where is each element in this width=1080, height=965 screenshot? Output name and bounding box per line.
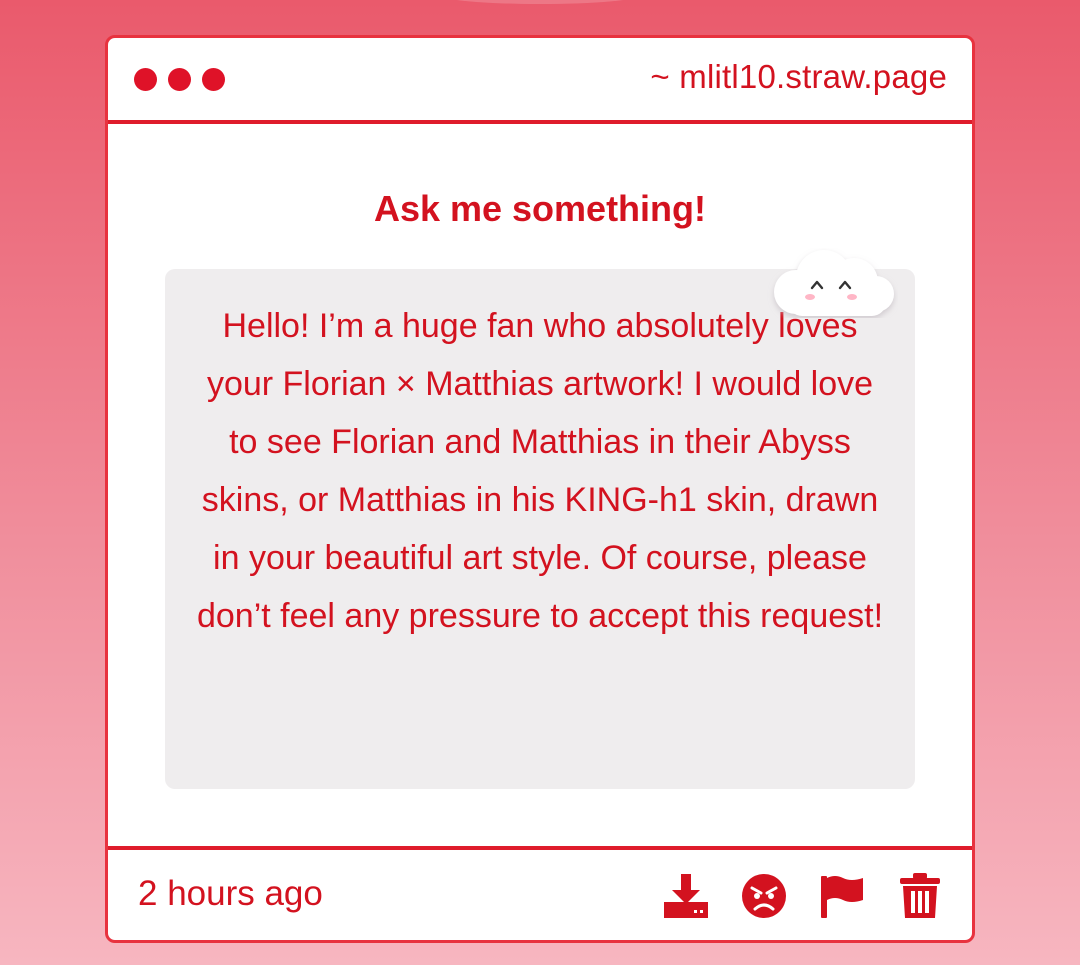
- window-controls: [134, 68, 225, 91]
- window-dot-3: [202, 68, 225, 91]
- flag-icon: [821, 876, 863, 918]
- window-dot-1: [134, 68, 157, 91]
- download-icon: [664, 874, 708, 918]
- site-url[interactable]: ~ mlitl10.straw.page: [650, 58, 947, 96]
- ask-card: ~ mlitl10.straw.page Ask me something! H…: [105, 35, 975, 943]
- download-button[interactable]: [660, 870, 712, 922]
- trash-icon: [900, 873, 940, 918]
- delete-button[interactable]: [894, 870, 946, 922]
- question-text: Hello! I’m a huge fan who absolutely lov…: [196, 307, 884, 635]
- action-bar: [660, 870, 946, 922]
- report-button[interactable]: [816, 870, 868, 922]
- window-titlebar: ~ mlitl10.straw.page: [108, 38, 972, 124]
- angry-face-icon: [742, 874, 786, 918]
- timestamp: 2 hours ago: [138, 874, 323, 913]
- question-box: Hello! I’m a huge fan who absolutely lov…: [165, 269, 915, 789]
- window-dot-2: [168, 68, 191, 91]
- angry-reaction-button[interactable]: [738, 870, 790, 922]
- background-glow: [440, 0, 640, 4]
- card-footer: 2 hours ago: [108, 846, 972, 940]
- smiling-cloud-icon: [774, 250, 894, 316]
- page-title: Ask me something!: [373, 188, 707, 229]
